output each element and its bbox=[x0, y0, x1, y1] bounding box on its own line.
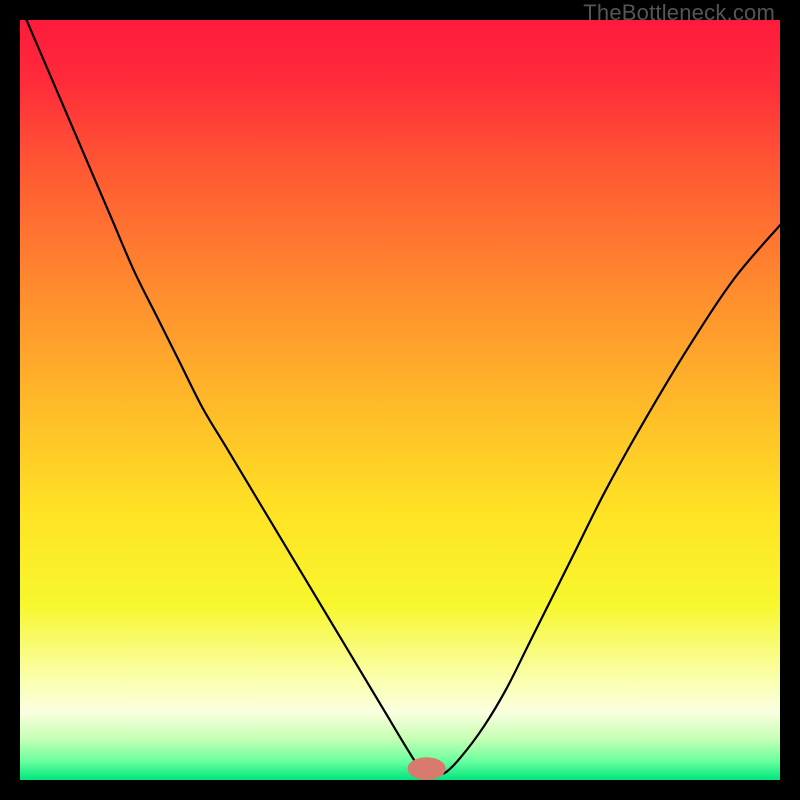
watermark-text: TheBottleneck.com bbox=[583, 0, 775, 26]
chart-frame bbox=[20, 20, 780, 780]
optimal-marker bbox=[408, 757, 446, 780]
gradient-background bbox=[20, 20, 780, 780]
bottleneck-chart bbox=[20, 20, 780, 780]
